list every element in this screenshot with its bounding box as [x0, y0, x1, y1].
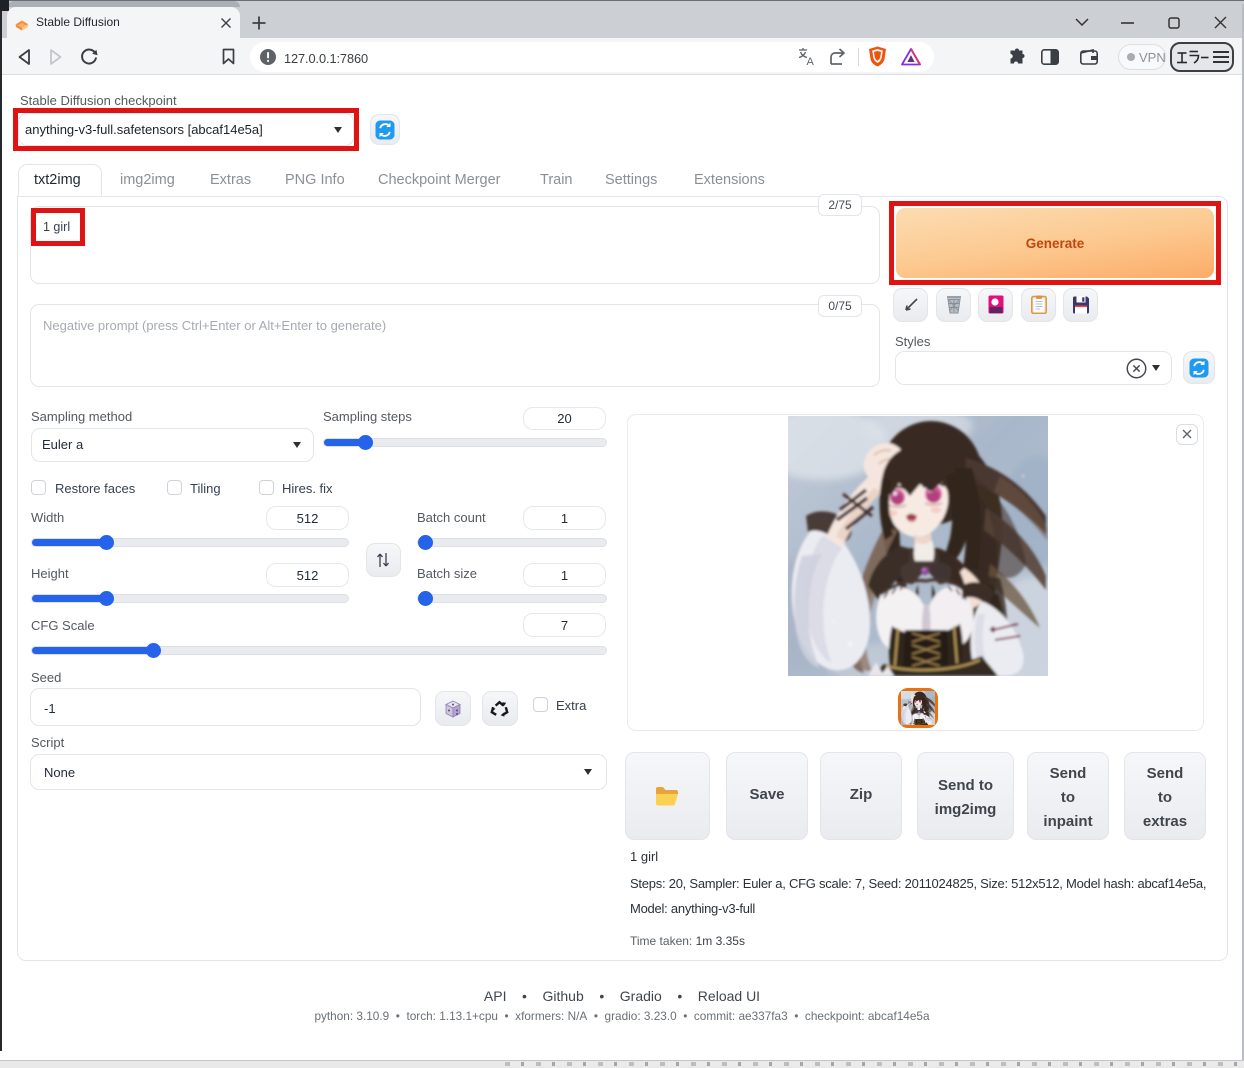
svg-text:A: A: [807, 56, 815, 67]
